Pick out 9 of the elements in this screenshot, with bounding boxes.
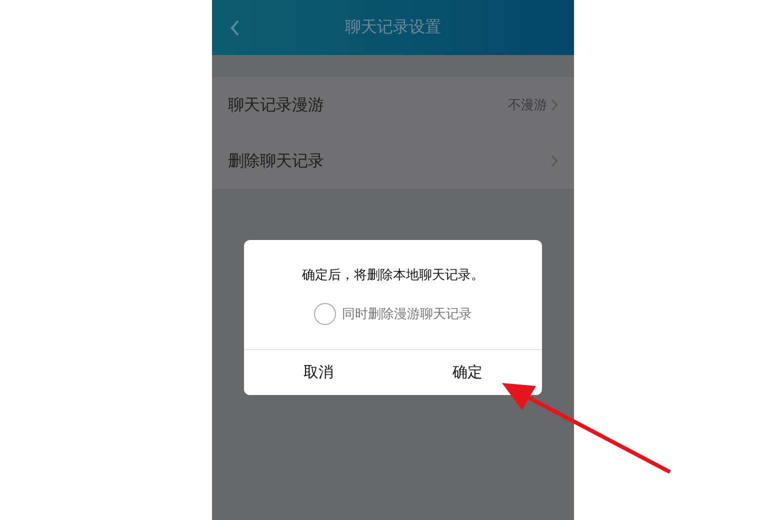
back-icon[interactable] (230, 20, 240, 36)
row-label: 删除聊天记录 (228, 150, 325, 172)
chevron-icon (551, 155, 558, 167)
chevron-icon (551, 99, 558, 111)
row-label: 聊天记录漫游 (228, 94, 325, 116)
dialog-message: 确定后，将删除本地聊天记录。 (301, 267, 485, 284)
header-title: 聊天记录设置 (345, 17, 441, 38)
radio-button[interactable] (314, 303, 336, 325)
option-label: 同时删除漫游聊天记录 (342, 306, 472, 323)
